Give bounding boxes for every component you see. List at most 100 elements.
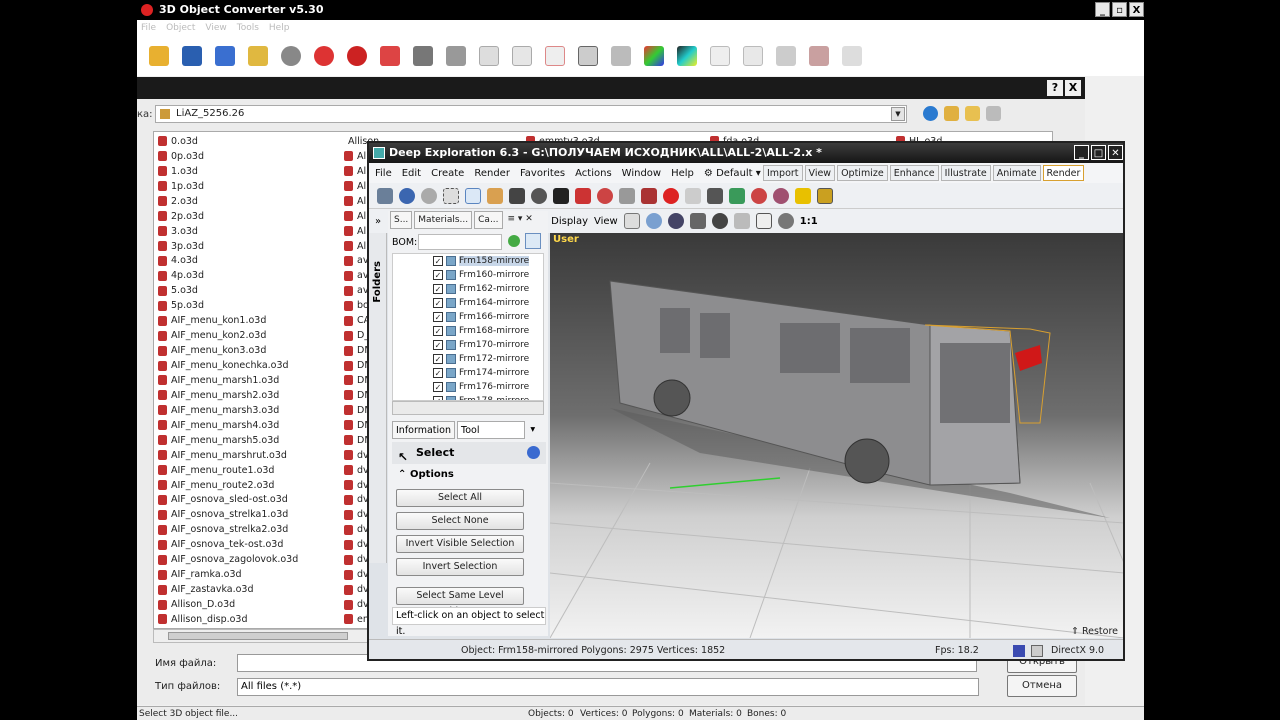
list-item[interactable]: 5p.o3d — [158, 298, 338, 313]
flip-button[interactable] — [376, 43, 403, 70]
list-item[interactable]: AIF_osnova_strelka1.o3d — [158, 507, 338, 522]
tree-row[interactable]: ✓ Frm176-mirrore — [393, 380, 543, 394]
list-item[interactable]: AIF_menu_route1.o3d — [158, 463, 338, 478]
menu-favorites[interactable]: Favorites — [520, 168, 565, 179]
file-list-scrollbar[interactable] — [153, 629, 385, 643]
menu-view[interactable]: View — [205, 20, 226, 36]
wire-red-button[interactable] — [541, 43, 568, 70]
tab-animate[interactable]: Animate — [992, 165, 1041, 181]
up-folder-icon[interactable] — [944, 106, 959, 121]
tree-row[interactable]: ✓ Frm160-mirrore — [393, 268, 543, 282]
list-item[interactable]: AIF_menu_marsh4.o3d — [158, 418, 338, 433]
menu-file[interactable]: File — [141, 20, 156, 36]
help-button[interactable]: ? — [1047, 80, 1063, 96]
select-all-button[interactable]: Select All — [396, 489, 524, 507]
line-yellow-icon[interactable] — [795, 187, 811, 204]
zoom-icon[interactable] — [711, 213, 728, 229]
maximize-button[interactable]: ▫ — [1112, 2, 1127, 17]
page-icon[interactable] — [623, 213, 640, 229]
undo-icon[interactable] — [399, 187, 415, 204]
tree-row[interactable]: ✓Frm178-mirrore — [393, 394, 543, 400]
rotate-icon[interactable] — [531, 187, 547, 204]
default-profile-select[interactable]: ⚙ Default ▾ — [704, 168, 761, 179]
list-item[interactable]: 1p.o3d — [158, 179, 338, 194]
material-icon[interactable] — [773, 187, 789, 204]
tab-render[interactable]: Render — [1042, 165, 1085, 181]
list-item[interactable]: AIF_menu_kon3.o3d — [158, 343, 338, 358]
list-item[interactable]: 2.o3d — [158, 194, 338, 209]
open-folder-button[interactable] — [145, 43, 172, 70]
tree-row[interactable]: ✓ Frm162-mirrore — [393, 282, 543, 296]
tree-row[interactable]: ✓ Frm172-mirrore — [393, 352, 543, 366]
texture-cube-button[interactable] — [673, 43, 700, 70]
move-icon[interactable] — [509, 187, 525, 204]
select-none-button[interactable]: Select None — [396, 512, 524, 530]
list-item[interactable]: AIF_menu_marsh3.o3d — [158, 403, 338, 418]
list-item[interactable]: AIF_menu_marsh1.o3d — [158, 373, 338, 388]
bones-button[interactable] — [409, 43, 436, 70]
menu-create[interactable]: Create — [431, 168, 464, 179]
chevron-down-icon[interactable]: ▼ — [891, 107, 905, 121]
add-icon[interactable] — [508, 235, 520, 247]
light-button[interactable] — [706, 43, 733, 70]
list-item[interactable]: Allison_D.o3d — [158, 597, 338, 612]
visibility-checkbox[interactable]: ✓ — [433, 382, 443, 392]
list-item[interactable]: 4p.o3d — [158, 268, 338, 283]
menu-edit[interactable]: Edit — [402, 168, 421, 179]
close-button[interactable]: X — [1129, 2, 1144, 17]
panel-menu-icon[interactable]: ≡ ▾ ✕ — [505, 211, 536, 229]
zoom-extents-icon[interactable] — [755, 213, 772, 229]
minimize-button[interactable]: _ — [1095, 2, 1110, 17]
select-arrow-icon[interactable] — [465, 187, 481, 204]
shaded-cube-button[interactable] — [607, 43, 634, 70]
save-button[interactable] — [178, 43, 205, 70]
rotate-left-button[interactable] — [310, 43, 337, 70]
list-item[interactable]: AIF_menu_marsh5.o3d — [158, 433, 338, 448]
invert-visible-selection-button[interactable]: Invert Visible Selection — [396, 535, 524, 553]
menu-window[interactable]: Window — [622, 168, 661, 179]
tab-cameras[interactable]: Ca... — [474, 211, 503, 229]
menu-actions[interactable]: Actions — [575, 168, 612, 179]
walk-icon[interactable] — [689, 213, 706, 229]
tab-import[interactable]: Import — [763, 165, 803, 181]
brush-icon[interactable] — [487, 187, 503, 204]
list-item[interactable]: 3.o3d — [158, 224, 338, 239]
render-icon[interactable] — [817, 187, 833, 204]
maximize-button[interactable]: □ — [1091, 145, 1106, 160]
wireframe-button[interactable] — [475, 43, 502, 70]
bom-select[interactable] — [418, 234, 502, 250]
camera-button[interactable] — [739, 43, 766, 70]
select-region-icon[interactable] — [443, 187, 459, 204]
list-item[interactable]: 5.o3d — [158, 283, 338, 298]
tree-row[interactable]: ✓ Frm166-mirrore — [393, 310, 543, 324]
settings-button[interactable] — [277, 43, 304, 70]
scale-icon[interactable] — [553, 187, 569, 204]
list-item[interactable]: AIF_osnova_tek-ost.o3d — [158, 537, 338, 552]
scale-red-icon[interactable] — [619, 187, 635, 204]
paint-button[interactable] — [805, 43, 832, 70]
view-menu-icon[interactable] — [986, 106, 1001, 121]
spin-icon[interactable] — [667, 213, 684, 229]
display-button[interactable]: Display — [551, 216, 588, 227]
panel-collapse-icon[interactable]: » — [375, 216, 381, 227]
select-tool-header[interactable]: ↖ Select — [392, 442, 546, 464]
color-cube-button[interactable] — [640, 43, 667, 70]
menu-file[interactable]: File — [375, 168, 392, 179]
visibility-checkbox[interactable]: ✓ — [433, 284, 443, 294]
folders-sidebar[interactable]: Folders — [369, 233, 387, 563]
visibility-checkbox[interactable]: ✓ — [433, 270, 443, 280]
tab-information[interactable]: Information — [392, 421, 455, 439]
close-button[interactable]: ✕ — [1108, 145, 1123, 160]
redo-icon[interactable] — [421, 187, 437, 204]
axes-button[interactable] — [442, 43, 469, 70]
select-same-level-button[interactable]: Select Same Level Objects — [396, 587, 524, 617]
orbit-icon[interactable] — [645, 213, 662, 229]
menu-help[interactable]: Help — [269, 20, 290, 36]
cancel-button[interactable]: Отмена — [1007, 675, 1077, 697]
tree-row[interactable]: ✓ Frm164-mirrore — [393, 296, 543, 310]
list-item[interactable]: 1.o3d — [158, 164, 338, 179]
tree-row[interactable]: ✓ Frm174-mirrore — [393, 366, 543, 380]
list-item[interactable]: AIF_ramka.o3d — [158, 567, 338, 582]
list-item[interactable]: 0.o3d — [158, 134, 338, 149]
list-item[interactable]: Allison_disp.o3d — [158, 612, 338, 627]
